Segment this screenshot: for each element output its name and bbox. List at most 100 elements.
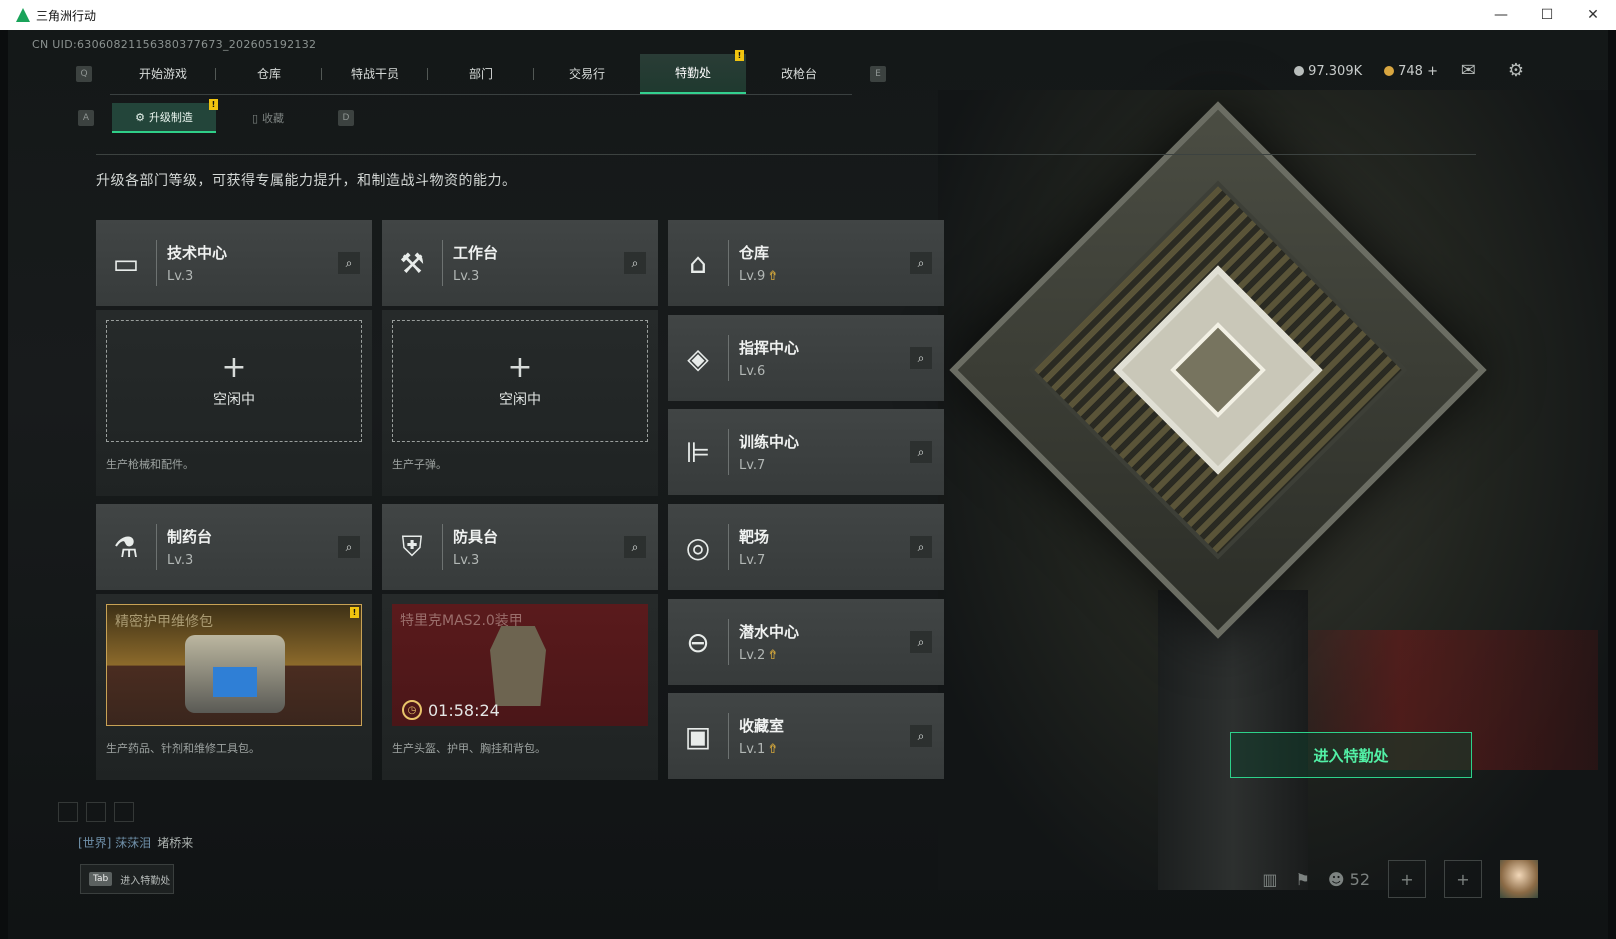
tab-start-game[interactable]: 开始游戏: [110, 54, 216, 94]
armor-icon: ⛨: [401, 530, 423, 563]
search-icon[interactable]: ⌕: [338, 536, 360, 558]
subnav-prev-key[interactable]: A: [78, 110, 94, 126]
divider: [96, 154, 1476, 155]
nav-prev-key[interactable]: Q: [76, 66, 92, 82]
tab-trade[interactable]: 交易行: [534, 54, 640, 94]
dept-level: Lv.6: [739, 364, 766, 379]
search-icon[interactable]: ⌕: [910, 347, 932, 369]
tab-key: Tab: [89, 872, 113, 886]
tools-icon: ⚒: [399, 246, 425, 280]
friends-button[interactable]: ☻ 52: [1328, 870, 1370, 889]
idle-slot[interactable]: + 空闲中: [106, 320, 362, 442]
page-description: 升级各部门等级，可获得专属能力提升，和制造战斗物资的能力。: [96, 173, 517, 189]
dept-level: Lv.1: [739, 742, 766, 757]
search-icon[interactable]: ⌕: [910, 252, 932, 274]
tab-label: 部门: [468, 67, 493, 81]
stats-chart-icon[interactable]: ▥: [1262, 870, 1277, 889]
settings-gear-icon[interactable]: ⚙: [1508, 60, 1524, 81]
window-controls: — ☐ ✕: [1478, 0, 1616, 30]
add-teammate-button[interactable]: +: [1444, 860, 1482, 898]
search-icon[interactable]: ⌕: [910, 441, 932, 463]
tab-operators[interactable]: 特战干员: [322, 54, 428, 94]
production-slot-armor: 特里克MAS2.0装甲 ◷ 01:58:24 生产头盔、护甲、胸挂和背包。: [382, 594, 658, 780]
search-icon[interactable]: ⌕: [624, 252, 646, 274]
dept-card-pharmacy[interactable]: ⚗ 制药台 Lv.3 ⌕: [96, 504, 372, 590]
subtab-collection[interactable]: ▯ 收藏: [216, 103, 320, 133]
dept-card-armor[interactable]: ⛨ 防具台 Lv.3 ⌕: [382, 504, 658, 590]
dept-name: 防具台: [453, 528, 499, 546]
timer-value: 01:58:24: [428, 700, 500, 720]
dept-level-row: Lv.1 ⇮: [739, 742, 784, 757]
currency-bar: 97.309K 748 +: [1294, 64, 1438, 79]
search-icon[interactable]: ⌕: [910, 631, 932, 653]
tab-label: 改枪台: [780, 67, 817, 81]
alert-badge: !: [735, 49, 744, 61]
gold-currency[interactable]: 748 +: [1384, 64, 1438, 79]
sub-nav: A ⚙ 升级制造 ! ▯ 收藏 D: [78, 99, 354, 134]
flag-icon[interactable]: ⚑: [1296, 870, 1310, 889]
dept-card-shooting-range[interactable]: ◎ 靶场 Lv.7 ⌕: [668, 504, 944, 590]
enter-special-ops-button[interactable]: 进入特勤处: [1230, 732, 1472, 778]
armor-vest-image: [490, 626, 546, 706]
idle-slot[interactable]: + 空闲中: [392, 320, 648, 442]
slot-caption: 生产头盔、护甲、胸挂和背包。: [392, 742, 546, 755]
window-title: 三角洲行动: [36, 8, 97, 23]
dept-name: 仓库: [739, 244, 770, 262]
main-nav: Q 开始游戏 仓库 特战干员 部门 交易行 特勤处! 改枪台 E: [76, 49, 886, 95]
upgrade-arrow-icon: ⇮: [767, 648, 779, 663]
add-gold-button[interactable]: +: [1427, 64, 1438, 79]
tab-gunsmith[interactable]: 改枪台: [746, 54, 852, 94]
avatar[interactable]: [1500, 860, 1538, 898]
dept-card-workbench[interactable]: ⚒ 工作台 Lv.3 ⌕: [382, 220, 658, 306]
player-uid: CN UID:6306082115638037767​3_20260519213…: [32, 38, 317, 51]
quick-slot[interactable]: [58, 802, 78, 822]
dept-name: 靶场: [739, 528, 770, 546]
dept-card-warehouse[interactable]: ⌂ 仓库 Lv.9 ⇮ ⌕: [668, 220, 944, 306]
close-button[interactable]: ✕: [1570, 0, 1616, 30]
dept-level-row: Lv.9 ⇮: [739, 269, 778, 284]
target-icon: ◎: [685, 530, 711, 564]
card-divider: [728, 524, 729, 570]
subtab-label: 收藏: [262, 112, 285, 125]
mail-icon[interactable]: ✉: [1461, 60, 1476, 81]
product-preview[interactable]: 精密护甲维修包 !: [106, 604, 362, 726]
search-icon[interactable]: ⌕: [910, 536, 932, 558]
quick-slot[interactable]: [114, 802, 134, 822]
dept-name: 技术中心: [167, 244, 228, 262]
tab-warehouse[interactable]: 仓库: [216, 54, 322, 94]
card-text: 收藏室 Lv.1 ⇮: [739, 715, 784, 757]
bottom-toolbar: ▥ ⚑ ☻ 52 + +: [1262, 860, 1538, 898]
dept-card-command-center[interactable]: ◈ 指挥中心 Lv.6 ⌕: [668, 315, 944, 401]
dept-level: Lv.3: [167, 553, 194, 568]
search-icon[interactable]: ⌕: [338, 252, 360, 274]
dept-card-collection-room[interactable]: ▣ 收藏室 Lv.1 ⇮ ⌕: [668, 693, 944, 779]
tab-department[interactable]: 部门: [428, 54, 534, 94]
search-icon[interactable]: ⌕: [624, 536, 646, 558]
dept-card-diving-center[interactable]: ⊖ 潜水中心 Lv.2 ⇮ ⌕: [668, 599, 944, 685]
maximize-button[interactable]: ☐: [1524, 0, 1570, 30]
card-divider: [728, 240, 729, 286]
gear-icon: ⚙: [135, 110, 145, 124]
gold-amount: 748: [1398, 64, 1423, 79]
minimize-button[interactable]: —: [1478, 0, 1524, 30]
vault-icon: ⌂: [689, 246, 707, 280]
slot-caption: 生产子弹。: [392, 458, 447, 471]
friends-count: 52: [1349, 869, 1370, 889]
card-divider: [728, 335, 729, 381]
subnav-next-key[interactable]: D: [338, 110, 354, 126]
repair-kit-image: [185, 635, 285, 713]
chat-line[interactable]: [世界] 莯莯泪 堵桥来: [78, 834, 193, 851]
tab-special-ops[interactable]: 特勤处!: [640, 49, 746, 94]
quick-slot[interactable]: [86, 802, 106, 822]
dept-card-tech-center[interactable]: ▭ 技术中心 Lv.3 ⌕: [96, 220, 372, 306]
nav-next-key[interactable]: E: [870, 66, 886, 82]
dept-card-training-center[interactable]: ⊫ 训练中心 Lv.7 ⌕: [668, 409, 944, 495]
card-text: 工作台 Lv.3: [453, 242, 498, 284]
search-icon[interactable]: ⌕: [910, 725, 932, 747]
product-preview[interactable]: 特里克MAS2.0装甲 ◷ 01:58:24: [392, 604, 648, 726]
subtab-upgrade-craft[interactable]: ⚙ 升级制造 !: [112, 99, 218, 133]
tab-hint-button[interactable]: Tab 进入特勤处: [80, 864, 174, 894]
add-teammate-button[interactable]: +: [1388, 860, 1426, 898]
gold-coin-icon: [1384, 66, 1395, 76]
card-divider: [156, 524, 157, 570]
